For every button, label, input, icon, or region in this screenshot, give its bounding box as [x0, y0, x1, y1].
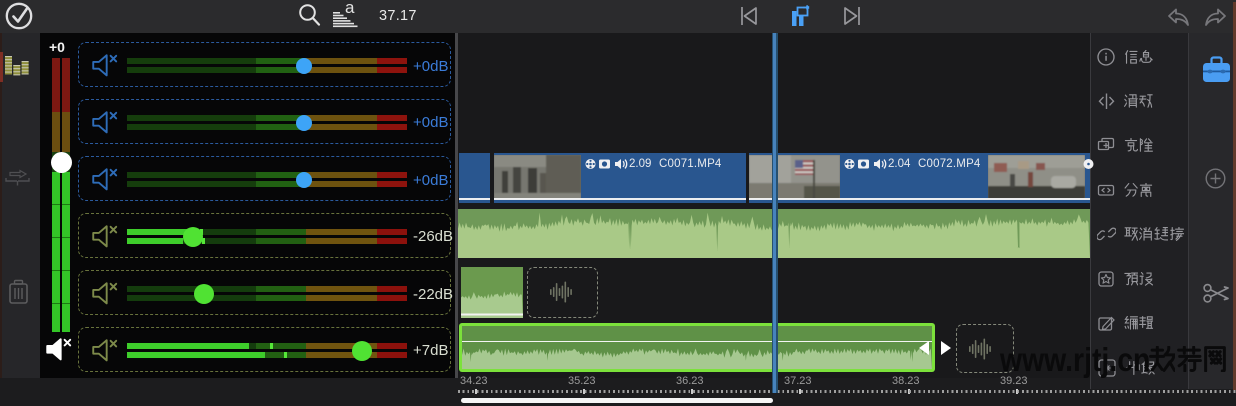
svg-text:a: a [345, 2, 355, 17]
